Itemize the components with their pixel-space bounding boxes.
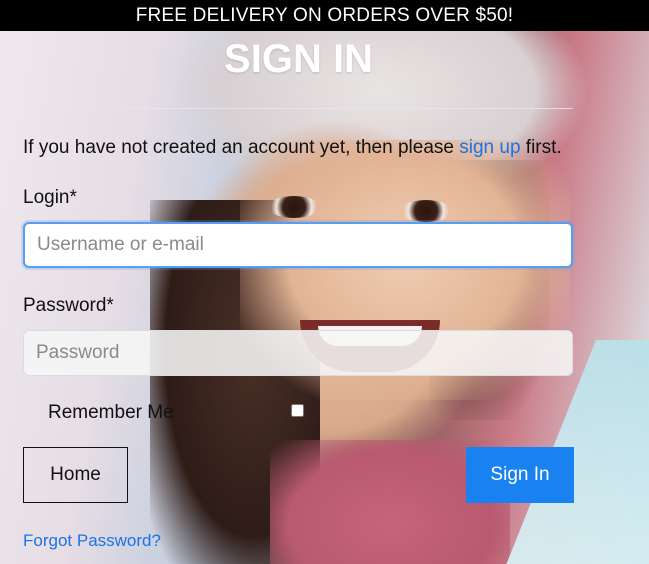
intro-text-after: first. xyxy=(520,137,562,158)
forgot-password-link[interactable]: Forgot Password? xyxy=(23,530,161,552)
login-input[interactable] xyxy=(23,222,573,268)
login-label: Login* xyxy=(23,187,77,208)
sign-in-button[interactable]: Sign In xyxy=(466,447,574,503)
intro-text-before: If you have not created an account yet, … xyxy=(23,137,460,158)
intro-text: If you have not created an account yet, … xyxy=(23,136,562,160)
remember-me-checkbox[interactable] xyxy=(291,404,304,417)
page-title: SIGN IN xyxy=(224,37,373,81)
remember-me-label: Remember Me xyxy=(48,402,174,423)
password-label: Password* xyxy=(23,295,114,316)
promo-banner: FREE DELIVERY ON ORDERS OVER $50! xyxy=(0,0,649,31)
sign-up-link[interactable]: sign up xyxy=(459,137,520,158)
divider xyxy=(23,108,573,109)
home-button[interactable]: Home xyxy=(23,447,128,503)
password-input[interactable] xyxy=(23,330,573,376)
